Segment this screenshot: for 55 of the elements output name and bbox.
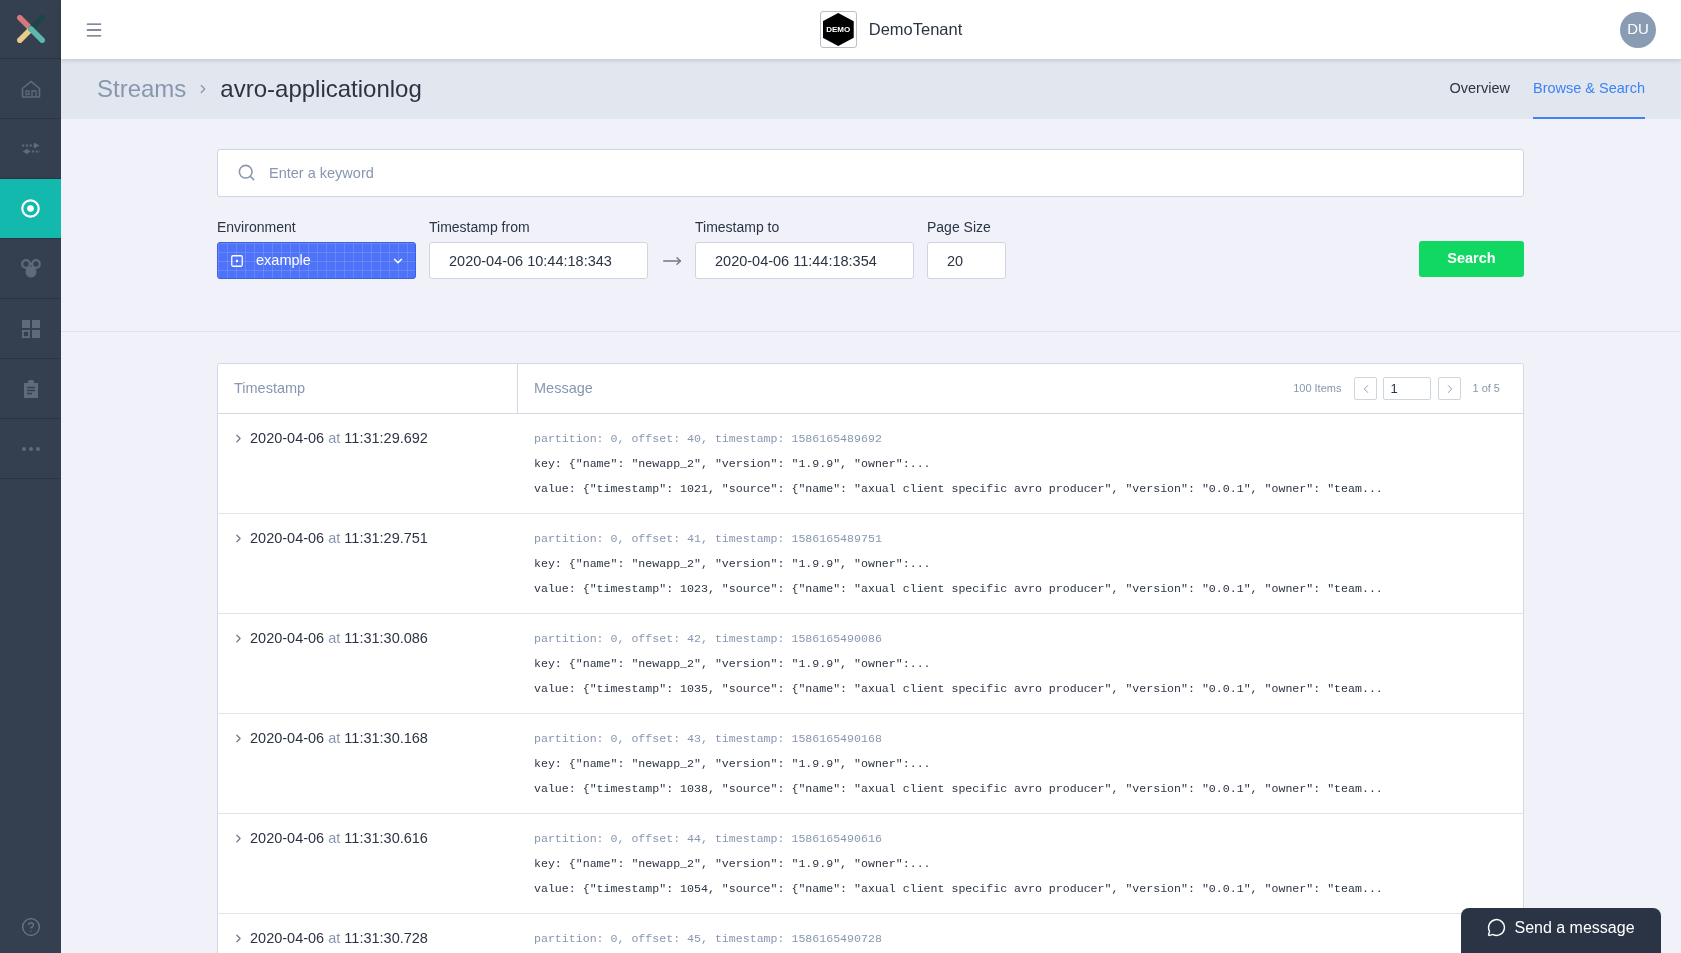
timestamp-text: 2020-04-06 at 11:31:30.728 — [250, 929, 428, 948]
message-meta: partition: 0, offset: 41, timestamp: 1586165489751 — [534, 531, 882, 547]
message-value: value: {"timestamp": 1038, "source": {"name": "axual client specific avro producer", "version": "0.0.1", "owner": "team... — [534, 781, 1383, 797]
chat-bubble-icon — [1487, 918, 1507, 937]
send-message-button[interactable]: Send a message — [1461, 908, 1661, 953]
message-key: key: {"name": "newapp_2", "version": "1.9.9", "owner":... — [534, 451, 931, 476]
timestamp-from-label: Timestamp from — [429, 218, 531, 236]
timestamp-text: 2020-04-06 at 11:31:29.692 — [250, 429, 428, 448]
item-count: 100 Items — [1293, 381, 1342, 397]
timestamp-text: 2020-04-06 at 11:31:30.616 — [250, 829, 428, 848]
grid-icon — [21, 319, 40, 338]
tenant-name: DemoTenant — [868, 19, 963, 41]
previous-page-button[interactable] — [1354, 377, 1378, 400]
dashed-arrows-icon — [21, 142, 40, 155]
home-icon — [20, 79, 41, 98]
message-value: value: {"timestamp": 1023, "source": {"name": "axual client specific avro producer", "version": "0.0.1", "owner": "team... — [534, 581, 1383, 597]
more-icon — [21, 446, 40, 451]
message-meta: partition: 0, offset: 40, timestamp: 1586165489692 — [534, 431, 882, 447]
message-value: value: {"timestamp": 1035, "source": {"name": "axual client specific avro producer", "version": "0.0.1", "owner": "team... — [534, 681, 1383, 697]
page-input[interactable]: 1 — [1383, 377, 1432, 400]
message-key: key: {"name": "newapp_2", "version": "1.9.9", "owner":... — [534, 751, 931, 776]
page-size-field[interactable]: 20 — [927, 242, 1006, 279]
clipboard-icon — [23, 379, 38, 398]
page-title: avro-applicationlog — [220, 74, 422, 104]
message-value: value: {"timestamp": 1054, "source": {"name": "axual client specific avro producer", "version": "0.0.1", "owner": "team... — [534, 881, 1383, 897]
message-value: value: {"timestamp": 1021, "source": {"name": "axual client specific avro producer", "version": "0.0.1", "owner": "team... — [534, 481, 1383, 497]
environment-label: Environment — [217, 218, 297, 236]
page-size-label: Page Size — [927, 218, 992, 236]
search-field[interactable]: Enter a keyword — [217, 149, 1524, 197]
nav-item[interactable] — [0, 179, 61, 239]
message-meta: partition: 0, offset: 45, timestamp: 1586165490728 — [534, 931, 882, 947]
message-meta: partition: 0, offset: 43, timestamp: 1586165490168 — [534, 731, 882, 747]
help-icon[interactable] — [20, 917, 41, 937]
timestamp-to-label: Timestamp to — [695, 218, 781, 236]
timestamp-text: 2020-04-06 at 11:31:29.751 — [250, 529, 428, 548]
target-icon — [21, 199, 40, 218]
message-meta: partition: 0, offset: 44, timestamp: 1586165490616 — [534, 831, 882, 847]
column-header: Message — [534, 378, 593, 398]
search-icon — [237, 163, 256, 182]
timestamp-text: 2020-04-06 at 11:31:30.168 — [250, 729, 428, 748]
environment-select[interactable]: example — [217, 242, 416, 279]
page-tab[interactable]: Overview — [1449, 59, 1510, 119]
message-key: key: {"name": "newapp_2", "version": "1.9.9", "owner":... — [534, 851, 931, 876]
timestamp-to-field[interactable]: 2020-04-06 11:44:18:354 — [695, 242, 914, 279]
column-header: Timestamp — [234, 378, 306, 398]
logo-icon — [16, 15, 45, 43]
tenant-badge: DEMO — [822, 13, 854, 46]
timestamp-text: 2020-04-06 at 11:31:30.086 — [250, 629, 428, 648]
page-count: 1 of 5 — [1472, 381, 1500, 397]
message-meta: partition: 0, offset: 42, timestamp: 1586165490086 — [534, 631, 882, 647]
next-page-button[interactable] — [1438, 377, 1462, 400]
message-key: key: {"name": "newapp_2", "version": "1.9.9", "owner":... — [534, 651, 931, 676]
timestamp-from-field[interactable]: 2020-04-06 10:44:18:343 — [429, 242, 648, 279]
linked-circles-icon — [20, 259, 41, 278]
message-key: key: {"name": "newapp_2", "version": "1.9.9", "owner":... — [534, 551, 931, 576]
